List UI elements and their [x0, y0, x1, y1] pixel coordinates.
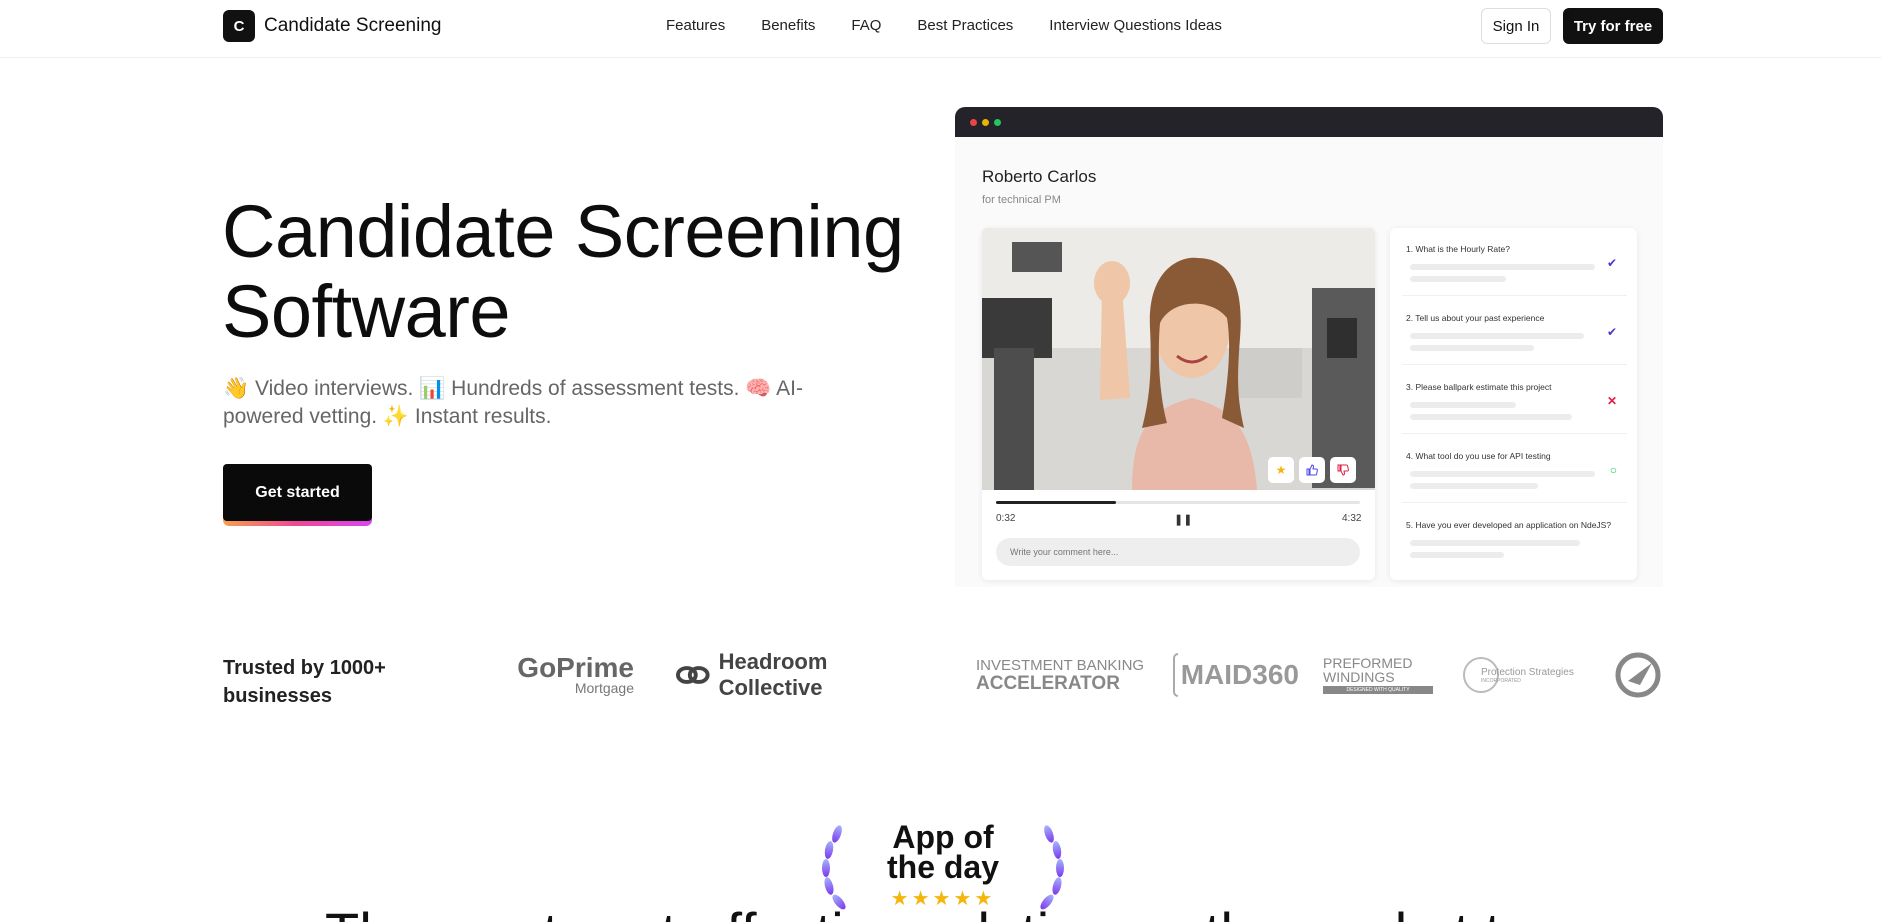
window-minimize-dot: [982, 119, 989, 126]
answer-placeholder-line: [1410, 414, 1572, 420]
video-current-time: 0:32: [996, 513, 1016, 524]
check-icon: ✔: [1606, 256, 1617, 270]
question-item[interactable]: 4. What tool do you use for API testing …: [1402, 435, 1627, 503]
question-text: 4. What tool do you use for API testing: [1406, 451, 1551, 461]
answer-placeholder-line: [1410, 471, 1595, 477]
cross-icon: ✕: [1606, 394, 1617, 408]
answer-placeholder-line: [1410, 264, 1595, 270]
window-titlebar: [955, 107, 1663, 137]
sign-in-button[interactable]: Sign In: [1481, 8, 1551, 44]
answer-placeholder-line: [1410, 345, 1534, 351]
question-text: 3. Please ballpark estimate this project: [1406, 382, 1552, 392]
answer-placeholder-line: [1410, 276, 1506, 282]
award-line2: the day: [886, 849, 1000, 885]
candidate-role: for technical PM: [982, 194, 1061, 206]
star-icon[interactable]: ★: [1268, 457, 1294, 483]
question-item[interactable]: 5. Have you ever developed an applicatio…: [1402, 504, 1627, 572]
thumbs-up-icon[interactable]: [1299, 457, 1325, 483]
video-card: ★ 0:32 ❚❚ 4:32: [982, 228, 1375, 580]
logo-text: ACCELERATOR: [976, 672, 1120, 694]
logo-preformed-windings: PREFORMED WINDINGS DESIGNED WITH QUALITY: [1323, 650, 1433, 700]
logo-protection-strategies: Protection Strategies INCORPORATED: [1463, 650, 1589, 700]
logo-text: MAID360: [1180, 659, 1299, 690]
logo-text: INCORPORATED: [1481, 677, 1521, 684]
logo-headroom: Headroom Collective: [675, 649, 935, 700]
question-text: 1. What is the Hourly Rate?: [1406, 244, 1510, 254]
logo-ring: [1173, 653, 1178, 697]
answer-placeholder-line: [1410, 540, 1580, 546]
comment-input[interactable]: [996, 538, 1360, 566]
logo-text: Headroom Collective: [718, 649, 828, 700]
window-maximize-dot: [994, 119, 1001, 126]
hero-title: Candidate Screening Software: [222, 192, 904, 352]
check-icon: ✔: [1606, 325, 1617, 339]
answer-placeholder-line: [1410, 333, 1584, 339]
logo-text: WINDINGS: [1323, 669, 1395, 685]
top-nav: C Candidate Screening Features Benefits …: [0, 0, 1881, 58]
candidate-name: Roberto Carlos: [982, 167, 1097, 186]
pause-icon[interactable]: ❚❚: [1174, 513, 1192, 526]
questions-card: 1. What is the Hourly Rate? ✔ 2. Tell us…: [1390, 228, 1637, 580]
logo-text: Protection Strategies: [1481, 666, 1574, 678]
brand[interactable]: C Candidate Screening: [223, 10, 441, 42]
answer-placeholder-line: [1410, 402, 1516, 408]
swoosh-logo-icon: [1615, 652, 1661, 698]
video-progress-fill: [996, 501, 1117, 504]
hero-subtitle: 👋 Video interviews. 📊 Hundreds of assess…: [223, 377, 803, 428]
get-started-wrap: Get started: [223, 464, 372, 528]
brand-name: Candidate Screening: [264, 15, 442, 36]
logo-text: INVESTMENT BANKING: [976, 656, 1145, 674]
pending-circle-icon: ○: [1609, 463, 1617, 477]
logo-text: Mortgage: [574, 680, 634, 696]
video-duration: 4:32: [1342, 513, 1362, 524]
logo-text: PREFORMED: [1323, 655, 1413, 671]
customer-logos: GoPrime Mortgage Headroom Collective INV…: [517, 649, 1663, 700]
app-preview-window: Roberto Carlos for technical PM ★ 0:32 ❚…: [955, 107, 1663, 587]
hero-title-line1: Candidate Screening: [222, 190, 904, 273]
logo-partial-circle: [1614, 650, 1663, 700]
nav-link-interview-questions[interactable]: Interview Questions Ideas: [1049, 17, 1222, 34]
nav-links: Features Benefits FAQ Best Practices Int…: [666, 17, 1222, 34]
answer-placeholder-line: [1410, 552, 1504, 558]
trusted-by-label: Trusted by 1000+ businesses: [223, 657, 386, 707]
window-close-dot: [970, 119, 977, 126]
video-progress-bar[interactable]: [996, 501, 1360, 504]
candidate-video[interactable]: [982, 228, 1375, 490]
nav-link-features[interactable]: Features: [666, 17, 725, 34]
rating-buttons: ★: [1268, 457, 1356, 483]
logo-text: GoPrime: [517, 652, 634, 683]
question-item[interactable]: 3. Please ballpark estimate this project…: [1402, 366, 1627, 434]
answer-placeholder-line: [1410, 483, 1538, 489]
question-text: 2. Tell us about your past experience: [1406, 313, 1545, 323]
award-title: App of the day: [859, 821, 1027, 885]
thumbs-down-icon[interactable]: [1330, 457, 1356, 483]
question-item[interactable]: 1. What is the Hourly Rate? ✔: [1402, 228, 1627, 296]
nav-link-faq[interactable]: FAQ: [851, 17, 881, 34]
logo-maid360: MAID360: [1173, 650, 1299, 700]
logo-text: DESIGNED WITH QUALITY: [1323, 686, 1433, 694]
nav-link-benefits[interactable]: Benefits: [761, 17, 815, 34]
logo-investment-banking: INVESTMENT BANKING ACCELERATOR: [976, 650, 1152, 700]
question-text: 5. Have you ever developed an applicatio…: [1406, 520, 1612, 530]
brand-logo: C: [223, 10, 255, 42]
logo-goprime: GoPrime Mortgage: [517, 650, 634, 700]
nav-link-best-practices[interactable]: Best Practices: [917, 17, 1013, 34]
question-item[interactable]: 2. Tell us about your past experience ✔: [1402, 297, 1627, 365]
get-started-button[interactable]: Get started: [223, 464, 372, 521]
try-for-free-button[interactable]: Try for free: [1563, 8, 1663, 44]
hero-title-line2: Software: [222, 270, 511, 353]
chain-link-icon: [675, 666, 710, 684]
section-heading: The most cost-effective solution on the …: [325, 900, 1532, 922]
